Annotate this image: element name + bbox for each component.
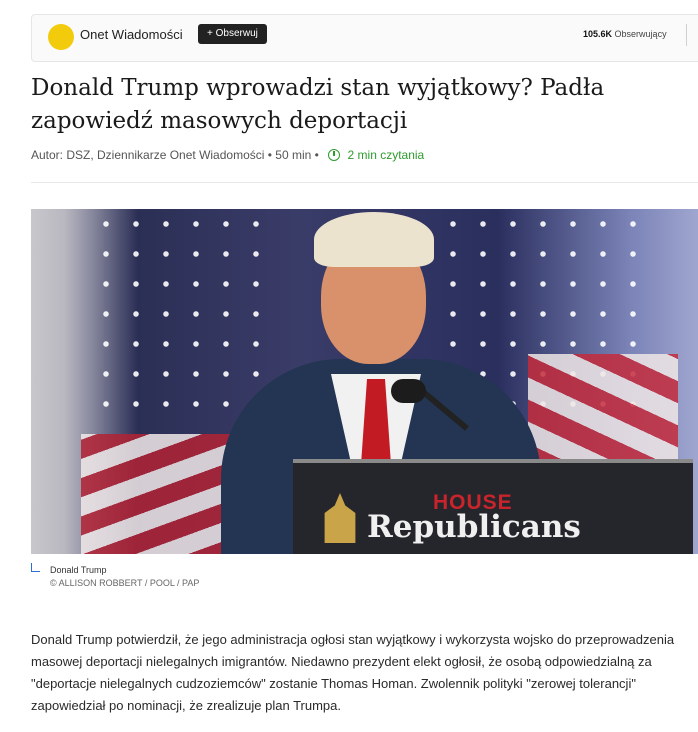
speaker-hair [314,212,434,267]
flag-stripes-left [81,434,241,554]
caption-corner-icon [31,563,40,572]
podium-republicans-text: Republicans [367,509,581,545]
follow-button[interactable]: + Obserwuj [198,24,267,44]
publisher-bar: Onet Wiadomości + Obserwuj 105.6K Obserw… [31,14,698,62]
read-time: 2 min czytania [347,148,425,162]
followers-label: Obserwujący [614,29,667,39]
microphone-icon [391,379,426,403]
photo-credit: © ALLISON ROBBERT / POOL / PAP [50,578,200,588]
divider [31,182,698,183]
byline-authors: Autor: DSZ, Dziennikarze Onet Wiadomości… [31,148,319,162]
article-headline: Donald Trump wprowadzi stan wyjątkowy? P… [31,75,605,134]
publisher-name[interactable]: Onet Wiadomości [80,27,183,42]
publisher-logo-icon[interactable] [48,24,74,50]
flag-stars-left [91,209,271,429]
podium: HOUSE Republicans [293,459,693,554]
capitol-dome-icon [324,493,356,543]
article-lead: Donald Trump potwierdził, że jego admini… [31,632,675,713]
photo-caption: Donald Trump [50,565,107,575]
followers-count: 105.6K Obserwujący [583,29,667,39]
article-byline: Autor: DSZ, Dziennikarze Onet Wiadomości… [31,148,424,162]
article-photo[interactable]: HOUSE Republicans [31,209,698,554]
bar-divider [686,24,687,46]
clock-icon [328,149,341,161]
followers-number: 105.6K [583,29,613,39]
